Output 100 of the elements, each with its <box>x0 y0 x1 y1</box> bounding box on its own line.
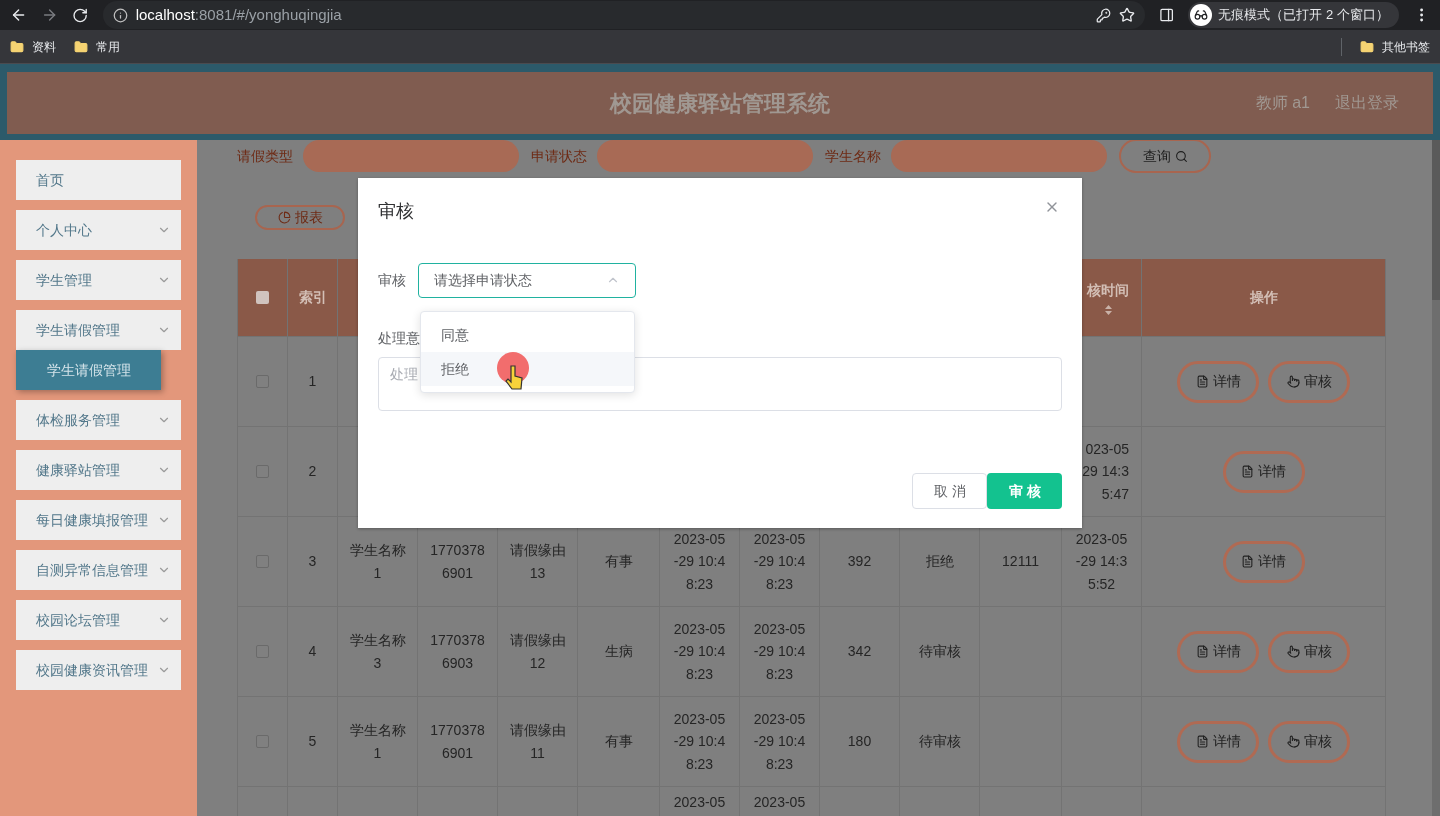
column-header: 操作 <box>1249 288 1278 307</box>
address-bar[interactable]: localhost:8081/#/yonghuqingjia <box>102 1 1146 29</box>
table-cell-text: 342 <box>846 642 873 662</box>
sidebar-item[interactable]: 校园论坛管理 <box>16 600 181 640</box>
table-cell-text: 12111 <box>1001 552 1040 572</box>
filter-field[interactable] <box>891 140 1107 172</box>
pointer-cursor-icon <box>496 352 530 392</box>
sidebar-item[interactable]: 个人中心 <box>16 210 181 250</box>
document-icon <box>1195 645 1209 658</box>
submenu-item[interactable]: 学生请假管理 <box>16 350 161 390</box>
audit-button[interactable]: 审核 <box>1268 630 1350 673</box>
filter-label: 学生名称 <box>825 146 881 166</box>
table-cell-text: 180 <box>846 732 873 752</box>
folder-icon <box>74 39 88 54</box>
pie-chart-icon <box>277 211 291 224</box>
side-panel-icon[interactable] <box>1159 7 1175 23</box>
table-cell-text: 4 <box>307 642 318 662</box>
table-cell-text: 请假缘由11 <box>509 721 566 763</box>
detail-button[interactable]: 详情 <box>1177 720 1259 763</box>
sidebar-item[interactable]: 校园健康资讯管理 <box>16 650 181 690</box>
table-cell-text: 待审核 <box>917 732 962 752</box>
table-cell-text: 29 14:3 <box>1082 462 1129 482</box>
document-icon <box>1241 555 1254 568</box>
filter-field[interactable] <box>303 140 519 172</box>
table-cell-text: 023-05 <box>1085 439 1129 459</box>
status-select[interactable]: 请选择申请状态 <box>418 262 636 298</box>
audit-button[interactable]: 审核 <box>1268 720 1350 763</box>
table-cell-text: 17703786903 <box>429 631 486 673</box>
table-cell-text: 2023-05-29 10:48:23 <box>752 709 807 774</box>
sort-icon[interactable] <box>1105 305 1112 315</box>
dropdown-option[interactable]: 同意 <box>421 318 634 352</box>
bookmark[interactable]: 资料 <box>10 37 56 56</box>
table-cell-text: 2023-05-29 10:48:23 <box>752 619 807 684</box>
folder-icon <box>10 39 24 54</box>
sidebar-item[interactable]: 健康驿站管理 <box>16 450 181 490</box>
info-icon <box>112 7 128 23</box>
column-header: 索引 <box>298 288 327 307</box>
detail-button[interactable]: 详情 <box>1222 540 1305 583</box>
detail-button[interactable]: 详情 <box>1177 360 1259 403</box>
field-label: 处理意 <box>378 329 420 348</box>
table-cell-text: 17703786901 <box>429 721 486 763</box>
sidebar-item[interactable]: 学生请假管理 <box>16 310 181 350</box>
dialog-title: 审核 <box>378 199 415 223</box>
table-cell-text: 3 <box>307 552 318 572</box>
document-icon <box>1241 465 1254 478</box>
field-label: 审核 <box>378 270 407 290</box>
hand-icon <box>1286 735 1300 748</box>
profile-chip[interactable]: 无痕模式（已打开 2 个窗口） <box>1188 2 1399 28</box>
hand-icon <box>1286 375 1300 388</box>
table-cell-text: 17703786901 <box>429 541 486 583</box>
table-cell-text: 2023-05 <box>672 793 727 812</box>
sidebar-item[interactable]: 首页 <box>16 160 181 200</box>
table-cell-text: 2023-05-29 10:48:23 <box>672 709 727 774</box>
detail-button[interactable]: 详情 <box>1222 450 1305 493</box>
search-icon <box>1174 149 1188 163</box>
table-cell-text: 2 <box>307 462 318 482</box>
table-cell-text: 请假缘由13 <box>509 541 566 583</box>
table-cell-text: 2023-05-29 14:35:52 <box>1074 529 1129 594</box>
system-title: 校园健康驿站管理系统 <box>610 89 830 118</box>
sidebar-item[interactable]: 学生管理 <box>16 260 181 300</box>
table-cell-text: 学生名称1 <box>349 541 406 583</box>
table-cell-text: 生病 <box>603 642 634 662</box>
hand-icon <box>1286 645 1300 658</box>
detail-button[interactable]: 详情 <box>1177 630 1259 673</box>
table-cell-text: 拒绝 <box>924 552 955 572</box>
select-all-checkbox[interactable] <box>256 291 269 304</box>
url-text: localhost:8081/#/yonghuqingjia <box>135 4 342 25</box>
table-cell-text: 请假缘由12 <box>509 631 566 673</box>
document-icon <box>1195 375 1209 388</box>
sidebar-item[interactable]: 体检服务管理 <box>16 400 181 440</box>
key-icon[interactable] <box>1096 7 1112 23</box>
table-cell-text: 学生名称1 <box>349 721 406 763</box>
filter-field[interactable] <box>597 140 813 172</box>
table-cell-text: 392 <box>846 552 873 572</box>
user-name: 教师 a1 <box>1255 93 1310 113</box>
table-cell-text: 2023-05-29 10:48:23 <box>672 529 727 594</box>
folder-icon <box>1360 39 1374 54</box>
star-icon[interactable] <box>1119 7 1136 23</box>
table-cell-text: 5 <box>307 732 318 752</box>
reload-icon[interactable] <box>72 6 89 24</box>
search-button[interactable]: 查询 <box>1119 140 1211 173</box>
filter-label: 请假类型 <box>237 146 293 166</box>
table-cell-text: 5:47 <box>1101 484 1129 504</box>
sidebar-item[interactable]: 每日健康填报管理 <box>16 500 181 540</box>
audit-button[interactable]: 审核 <box>1268 360 1350 403</box>
table-cell-text: 学生名称3 <box>349 631 406 673</box>
sidebar-item[interactable]: 自测异常信息管理 <box>16 550 181 590</box>
table-cell-text: 1 <box>307 372 318 392</box>
bookmark[interactable]: 其他书签 <box>1360 37 1430 56</box>
bookmark[interactable]: 常用 <box>74 37 120 56</box>
column-header[interactable]: 核时间 <box>1087 280 1129 301</box>
incognito-icon <box>1190 4 1213 26</box>
table-cell-text: 有事 <box>603 732 634 752</box>
cancel-button[interactable]: 取消 <box>912 473 987 509</box>
table-cell-text: 待审核 <box>917 642 962 662</box>
table-cell-text: 2023-05-29 10:48:23 <box>672 619 727 684</box>
confirm-button[interactable]: 审核 <box>987 473 1062 509</box>
filter-label: 申请状态 <box>531 146 587 166</box>
report-button[interactable]: 报表 <box>255 205 345 230</box>
document-icon <box>1195 735 1209 748</box>
